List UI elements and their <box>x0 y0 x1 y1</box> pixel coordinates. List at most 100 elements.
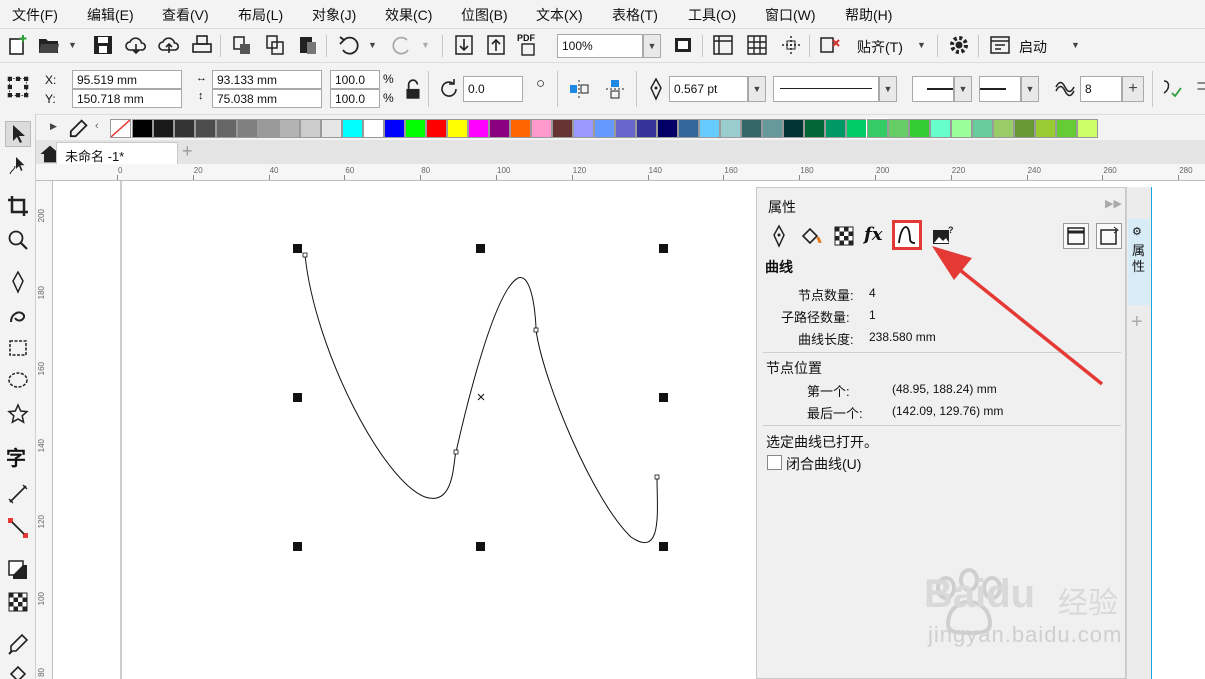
snap-off-icon[interactable] <box>818 33 842 57</box>
color-swatch[interactable] <box>363 119 384 138</box>
menu-window[interactable]: 窗口(W) <box>765 5 816 25</box>
palette-expand-icon[interactable]: ▶ <box>50 121 57 132</box>
color-swatch[interactable] <box>720 119 741 138</box>
interactive-fill-tool-icon[interactable] <box>6 662 30 679</box>
curve-node[interactable] <box>654 474 660 480</box>
options-gear-icon[interactable] <box>947 33 971 57</box>
check-path-icon[interactable] <box>1160 77 1184 101</box>
vertical-ruler[interactable]: 200 180 160 140 120 100 80 <box>36 181 53 679</box>
palette-scroll-left-icon[interactable]: ‹ <box>95 120 99 132</box>
text-tool-icon[interactable]: 字 <box>6 442 30 470</box>
selection-handle[interactable] <box>293 393 302 402</box>
x-position-input[interactable]: 95.519 mm <box>72 70 182 89</box>
color-swatch[interactable] <box>468 119 489 138</box>
transparency-tool-icon[interactable] <box>6 590 30 614</box>
outline-width-dropdown-icon[interactable]: ▼ <box>748 76 766 102</box>
color-swatch[interactable] <box>216 119 237 138</box>
export-arrow-icon[interactable] <box>484 33 508 57</box>
close-curve-checkbox[interactable] <box>767 455 782 470</box>
color-swatch[interactable] <box>909 119 930 138</box>
launch-button[interactable]: 启动 <box>1019 37 1047 57</box>
start-arrow-field[interactable] <box>912 76 954 102</box>
menu-effects[interactable]: 效果(C) <box>385 5 432 25</box>
color-swatch[interactable] <box>1035 119 1056 138</box>
color-swatch[interactable] <box>888 119 909 138</box>
show-grid-icon[interactable] <box>745 33 769 57</box>
color-swatch[interactable] <box>510 119 531 138</box>
menu-object[interactable]: 对象(J) <box>312 5 356 25</box>
show-guidelines-icon[interactable] <box>779 33 803 57</box>
menu-edit[interactable]: 编辑(E) <box>87 5 134 25</box>
color-swatch[interactable] <box>1014 119 1035 138</box>
selection-handle[interactable] <box>476 244 485 253</box>
color-swatch[interactable] <box>321 119 342 138</box>
color-swatch[interactable] <box>342 119 363 138</box>
color-swatch[interactable] <box>636 119 657 138</box>
selection-handle[interactable] <box>659 393 668 402</box>
color-swatch[interactable] <box>678 119 699 138</box>
full-screen-icon[interactable] <box>671 33 695 57</box>
new-document-icon[interactable] <box>6 33 30 57</box>
selection-handle[interactable] <box>476 542 485 551</box>
color-swatch[interactable] <box>741 119 762 138</box>
start-arrow-dropdown-icon[interactable]: ▼ <box>954 76 972 102</box>
document-tab[interactable]: 未命名 -1* <box>56 142 178 164</box>
color-swatch[interactable] <box>972 119 993 138</box>
color-swatch[interactable] <box>866 118 889 139</box>
menu-tools[interactable]: 工具(O) <box>688 5 736 25</box>
docker-expand-icon[interactable]: ▶▶ <box>1105 197 1122 210</box>
outline-width-field[interactable]: 0.567 pt <box>669 76 748 102</box>
selection-handle[interactable] <box>659 542 668 551</box>
smoothing-input[interactable]: 8 <box>1080 76 1122 102</box>
zoom-dropdown-icon[interactable]: ▼ <box>643 34 661 58</box>
selection-handle[interactable] <box>293 244 302 253</box>
options-more-icon[interactable] <box>1190 77 1205 101</box>
color-swatch[interactable] <box>489 119 510 138</box>
no-color-swatch[interactable] <box>110 119 131 138</box>
ellipse-tool-icon[interactable] <box>6 368 30 392</box>
freehand-tool-icon[interactable] <box>6 270 30 294</box>
horizontal-ruler[interactable]: 0 20 40 60 80 100 120 140 160 180 200 220 240 260 280 <box>36 164 1205 181</box>
color-swatch[interactable] <box>846 119 867 138</box>
selection-handle[interactable] <box>293 542 302 551</box>
color-swatch[interactable] <box>237 119 258 138</box>
color-swatch[interactable] <box>447 119 468 138</box>
end-arrow-dropdown-icon[interactable]: ▼ <box>1021 76 1039 102</box>
shape-tool-icon[interactable] <box>6 154 30 178</box>
scale-x-input[interactable]: 100.0 <box>330 70 380 89</box>
publish-pdf-icon[interactable]: PDF <box>517 33 541 57</box>
color-swatch[interactable] <box>699 119 720 138</box>
color-swatch[interactable] <box>195 119 216 138</box>
close-curve-label[interactable]: 闭合曲线(U) <box>786 454 861 474</box>
add-document-tab-icon[interactable]: + <box>182 141 193 162</box>
color-swatch[interactable] <box>615 119 636 138</box>
curve-tab-icon[interactable] <box>892 220 922 250</box>
color-swatch[interactable] <box>1077 119 1098 138</box>
color-swatch[interactable] <box>258 119 279 138</box>
drop-shadow-tool-icon[interactable] <box>6 558 30 582</box>
outline-tab-icon[interactable] <box>767 224 791 248</box>
effects-fx-tab-icon[interactable]: fx <box>864 224 888 248</box>
snap-to-button[interactable]: 贴齐(T) <box>857 37 903 57</box>
pick-tool-icon[interactable] <box>5 121 31 147</box>
show-rulers-icon[interactable] <box>711 33 735 57</box>
smoothing-increase-icon[interactable]: + <box>1122 76 1144 102</box>
cloud-import-icon[interactable] <box>124 33 148 57</box>
mirror-vertical-icon[interactable] <box>603 77 627 101</box>
zoom-tool-icon[interactable] <box>6 228 30 252</box>
launch-icon[interactable] <box>988 33 1012 57</box>
color-swatch[interactable] <box>132 119 153 138</box>
color-swatch[interactable] <box>930 119 951 138</box>
height-input[interactable]: 75.038 mm <box>212 89 322 108</box>
object-origin-icon[interactable] <box>6 75 34 103</box>
curve-node[interactable] <box>453 449 459 455</box>
color-swatch[interactable] <box>573 119 594 138</box>
fill-tab-icon[interactable] <box>799 224 823 248</box>
open-dropdown-icon[interactable]: ▼ <box>68 40 77 50</box>
undo-icon[interactable] <box>337 33 361 57</box>
menu-file[interactable]: 文件(F) <box>12 5 58 25</box>
curve-node[interactable] <box>533 327 539 333</box>
color-eyedropper-tool-icon[interactable] <box>6 632 30 656</box>
color-swatch[interactable] <box>279 119 300 138</box>
color-swatch[interactable] <box>552 119 573 138</box>
